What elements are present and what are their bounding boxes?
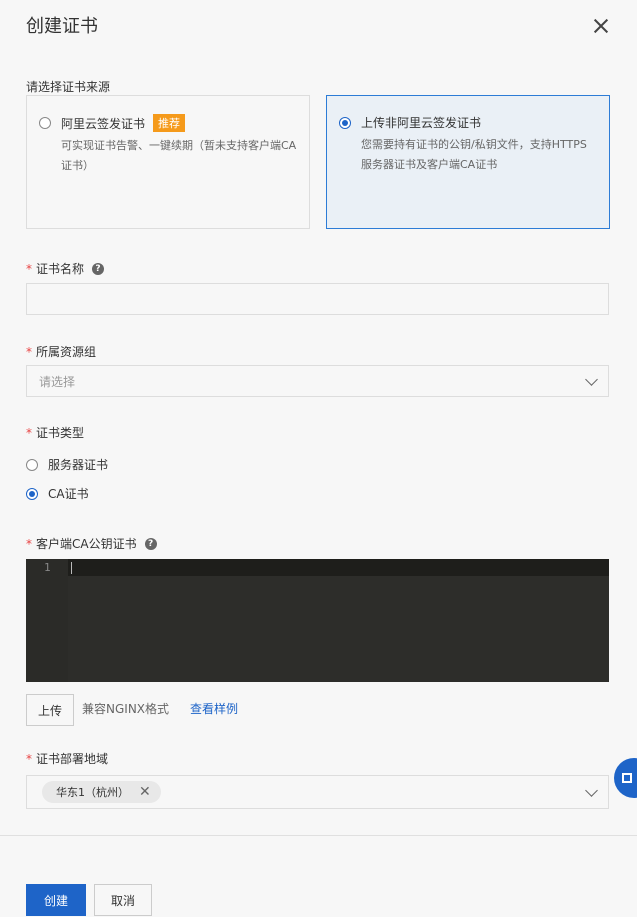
required-mark: * [26,344,32,359]
editor-active-line [68,559,609,576]
upload-button[interactable]: 上传 [26,694,74,726]
create-button[interactable]: 创建 [26,884,86,916]
option-desc: 可实现证书告警、一键续期（暂未支持客户端CA证书） [61,139,297,172]
cert-name-label-text: 证书名称 [36,262,85,276]
view-sample-link[interactable]: 查看样例 [190,700,238,717]
cancel-button[interactable]: 取消 [94,884,152,916]
close-icon[interactable]: ✕ [139,784,151,800]
resource-group-label-text: 所属资源组 [36,345,97,359]
ca-cert-editor[interactable]: 1 [26,559,609,682]
dialog-title: 创建证书 [26,16,98,37]
option-title: 阿里云签发证书 [61,116,146,131]
option-title: 上传非阿里云签发证书 [361,116,482,130]
recommend-badge: 推荐 [153,114,186,132]
required-mark: * [26,425,32,440]
ca-cert-label-text: 客户端CA公钥证书 [36,537,137,551]
resource-group-select[interactable]: 请选择 [26,365,609,397]
required-mark: * [26,261,32,276]
chevron-down-icon [585,373,598,386]
line-number: 1 [44,561,51,574]
help-icon[interactable]: ? [144,537,157,550]
cert-type-label-text: 证书类型 [36,426,85,440]
text-cursor [71,562,72,574]
source-label-text: 请选择证书来源 [26,80,111,94]
cert-type-label: * 证书类型 [26,424,84,441]
chevron-down-icon [585,784,598,797]
select-placeholder: 请选择 [39,374,76,389]
ca-cert-label: * 客户端CA公钥证书 ? [26,535,157,552]
editor-gutter [26,559,68,682]
cert-name-label: * 证书名称 ? [26,260,105,277]
footer-divider [0,835,637,836]
option-label: CA证书 [48,487,89,501]
radio-selected-icon [339,116,351,129]
radio-selected-icon [26,487,38,500]
help-icon[interactable]: ? [92,262,105,275]
region-label: * 证书部署地域 [26,750,108,767]
grid-icon[interactable] [614,758,637,798]
region-tag-label: 华东1（杭州） [56,786,129,799]
option-desc: 您需要持有证书的公钥/私钥文件，支持HTTPS服务器证书及客户端CA证书 [361,138,587,171]
option-label: 服务器证书 [48,458,109,472]
resource-group-label: * 所属资源组 [26,343,96,360]
cert-type-ca[interactable]: CA证书 [26,485,89,502]
source-option-aliyun[interactable]: 阿里云签发证书 推荐 可实现证书告警、一键续期（暂未支持客户端CA证书） [26,95,310,229]
radio-icon [26,458,38,471]
upload-hint: 兼容NGINX格式 [82,702,170,716]
required-mark: * [26,751,32,766]
cert-type-server[interactable]: 服务器证书 [26,456,108,473]
close-icon[interactable] [591,16,611,36]
required-mark: * [26,536,32,551]
dialog-header: 创建证书 [0,0,637,56]
source-option-upload[interactable]: 上传非阿里云签发证书 您需要持有证书的公钥/私钥文件，支持HTTPS服务器证书及… [326,95,610,229]
source-label: 请选择证书来源 [26,78,110,95]
cert-name-input[interactable] [26,283,609,315]
radio-icon [39,117,51,129]
region-label-text: 证书部署地域 [36,752,109,766]
region-tag: 华东1（杭州） ✕ [42,781,161,803]
